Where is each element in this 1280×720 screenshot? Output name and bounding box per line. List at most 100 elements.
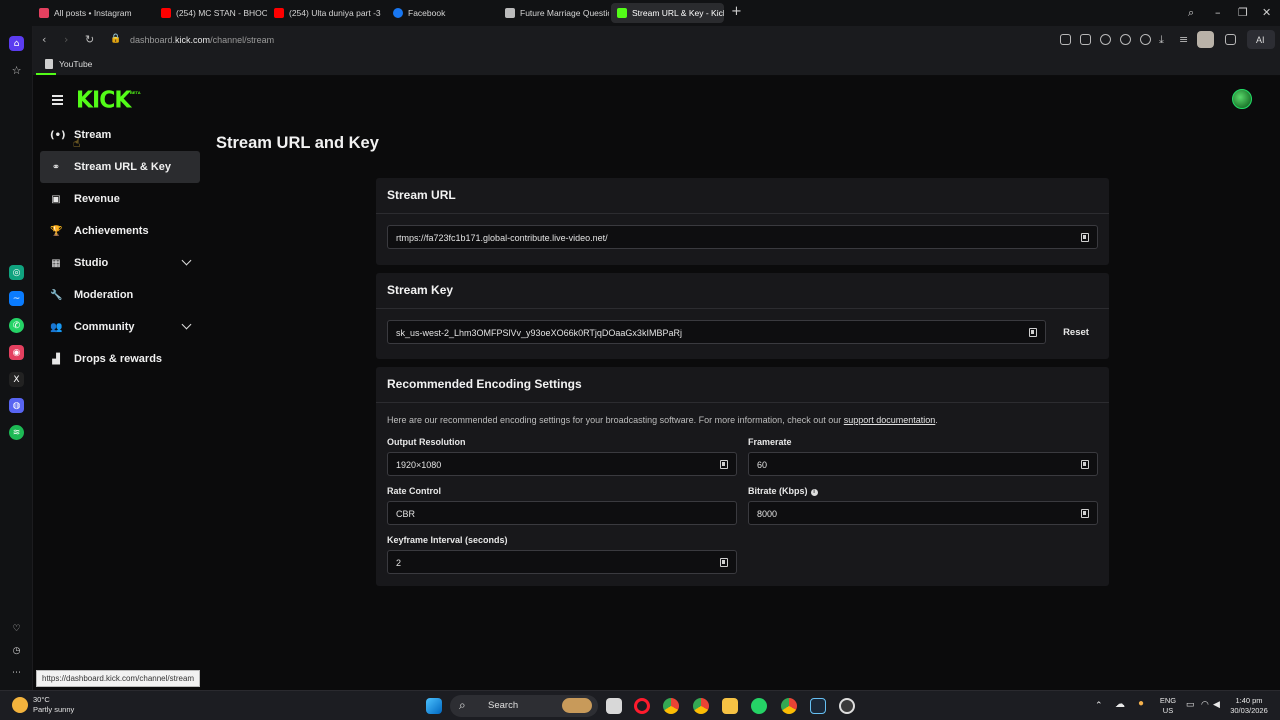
forward-icon[interactable]: › [64,33,68,46]
sidebar-item-moderation[interactable]: 🔧 Moderation [40,279,200,311]
kick-dashboard: KICK BETA (•) Stream ⚭ Stream URL & Key … [33,76,1280,690]
url-domain: kick.com [175,35,211,45]
opera-taskbar-icon[interactable] [634,698,650,714]
tab-youtube-ulta[interactable]: (254) Ulta duniya part -3 [268,3,382,23]
kick-logo[interactable]: KICK [76,87,131,113]
minimize-icon[interactable]: – [1215,6,1221,19]
whatsapp-icon[interactable]: ✆ [9,318,24,333]
messenger-icon[interactable]: ~ [9,291,24,306]
microphone-icon[interactable]: ● [1138,699,1144,709]
camera-icon[interactable] [1080,34,1091,45]
display-icon[interactable]: ▭ [1186,699,1195,709]
copy-icon[interactable] [720,558,728,567]
close-window-icon[interactable]: ✕ [1262,6,1271,19]
link-icon: ⚭ [51,161,61,173]
field-value: 1920×1080 [396,460,442,470]
chrome-alt-icon[interactable] [781,698,797,714]
copy-icon[interactable] [1081,460,1089,469]
back-icon[interactable]: ‹ [42,33,46,46]
tray-chevron-icon[interactable]: ⌃ [1095,700,1103,710]
language-indicator[interactable]: ENG US [1157,696,1179,716]
bitrate-label: Bitrate (Kbps) i [748,486,818,496]
url-path: /channel/stream [210,35,275,45]
tab-kick[interactable]: Stream URL & Key - Kick [611,3,724,23]
play-icon[interactable] [1120,34,1131,45]
extensions-icon[interactable] [1225,34,1236,45]
hamburger-menu-icon[interactable] [52,95,63,105]
bookmark-label: YouTube [59,59,93,69]
aria-button[interactable]: AI [1247,30,1275,49]
address-bar: ‹ › ↻ 🔒 dashboard.kick.com/channel/strea… [33,26,1280,54]
copy-icon[interactable] [1081,233,1089,242]
info-icon[interactable]: i [810,489,818,496]
tab-instagram[interactable]: All posts • Instagram [33,3,151,23]
steam-icon[interactable] [810,698,826,714]
tab-title: (254) MC STAN - BHOOL [176,8,267,18]
keyframe-label: Keyframe Interval (seconds) [387,535,508,545]
reset-key-button[interactable]: Reset [1053,320,1099,344]
sidebar-item-achievements[interactable]: 🏆 Achievements [40,215,200,247]
start-icon[interactable] [426,698,442,714]
chrome-icon[interactable] [663,698,679,714]
chevron-down-icon[interactable] [181,319,192,330]
sidebar-item-revenue[interactable]: ▣ Revenue [40,183,200,215]
reload-icon[interactable]: ↻ [85,33,94,46]
url-field[interactable]: dashboard.kick.com/channel/stream [130,35,274,45]
heart-icon[interactable]: ♡ [9,621,24,636]
new-tab-button[interactable]: + [731,4,742,19]
menu-icon[interactable]: ≡ [1179,33,1188,46]
discord-icon[interactable]: ◍ [9,398,24,413]
wifi-icon[interactable]: ◠ [1201,699,1209,709]
more-icon[interactable]: ⋯ [9,665,24,680]
sidebar-item-stream-url-key[interactable]: ⚭ Stream URL & Key [40,151,200,183]
tab-youtube-mcstan[interactable]: (254) MC STAN - BHOOL [155,3,267,23]
sidebar-item-stream[interactable]: (•) Stream [40,119,200,151]
clock[interactable]: 1:40 pm 30/03/2026 [1224,696,1274,716]
keyframe-field[interactable]: 2 [387,550,737,574]
copy-icon[interactable] [720,460,728,469]
stream-key-field[interactable]: sk_us-west-2_Lhm3OMFPSlVv_y93oeXO66k0RTj… [387,320,1046,344]
heart-icon[interactable] [1140,34,1151,45]
x-icon[interactable]: X [9,372,24,387]
instagram-icon[interactable]: ◉ [9,345,24,360]
history-icon[interactable]: ◷ [9,643,24,658]
people-icon: 👥 [50,321,63,333]
taskbar-search[interactable]: ⌕ Search [450,695,598,717]
onedrive-icon[interactable]: ☁ [1115,700,1125,710]
home-icon[interactable]: ⌂ [9,36,24,51]
weather-widget[interactable]: 30°C Partly sunny [12,695,74,715]
user-avatar[interactable] [1232,89,1252,109]
sidebar-item-drops-rewards[interactable]: ▟ Drops & rewards [40,343,200,375]
sidebar-item-studio[interactable]: ▦ Studio [40,247,200,279]
tab-facebook[interactable]: Facebook [387,3,497,23]
tab-search-icon[interactable]: ⌕ [1188,6,1194,20]
youtube-favicon-icon [274,8,284,18]
framerate-field[interactable]: 60 [748,452,1098,476]
file-explorer-icon[interactable] [722,698,738,714]
task-view-icon[interactable] [606,698,622,714]
tab-marriage[interactable]: Future Marriage Question [499,3,609,23]
chatgpt-icon[interactable]: ◎ [9,265,24,280]
edit-icon[interactable] [1060,34,1071,45]
volume-icon[interactable]: ◀ [1213,699,1220,709]
sidebar-item-community[interactable]: 👥 Community [40,311,200,343]
chrome-profile-icon[interactable] [693,698,709,714]
profile-avatar[interactable] [1197,31,1214,48]
output-resolution-field[interactable]: 1920×1080 [387,452,737,476]
kick-favicon-icon [617,8,627,18]
restore-icon[interactable]: ❐ [1238,6,1248,19]
download-icon[interactable]: ⤓ [1159,33,1164,47]
copy-icon[interactable] [1029,328,1037,337]
chevron-down-icon[interactable] [181,255,192,266]
shield-icon[interactable] [1100,34,1111,45]
spotify-icon[interactable]: ≋ [9,425,24,440]
whatsapp-taskbar-icon[interactable] [751,698,767,714]
app-icon[interactable] [839,698,855,714]
support-documentation-link[interactable]: support documentation [844,415,936,425]
copy-icon[interactable] [1081,509,1089,518]
rate-control-field[interactable]: CBR [387,501,737,525]
bookmark-youtube[interactable]: YouTube [45,59,92,69]
speed-dial-icon[interactable]: ☆ [9,63,24,78]
bitrate-field[interactable]: 8000 [748,501,1098,525]
stream-url-field[interactable]: rtmps://fa723fc1b171.global-contribute.l… [387,225,1098,249]
